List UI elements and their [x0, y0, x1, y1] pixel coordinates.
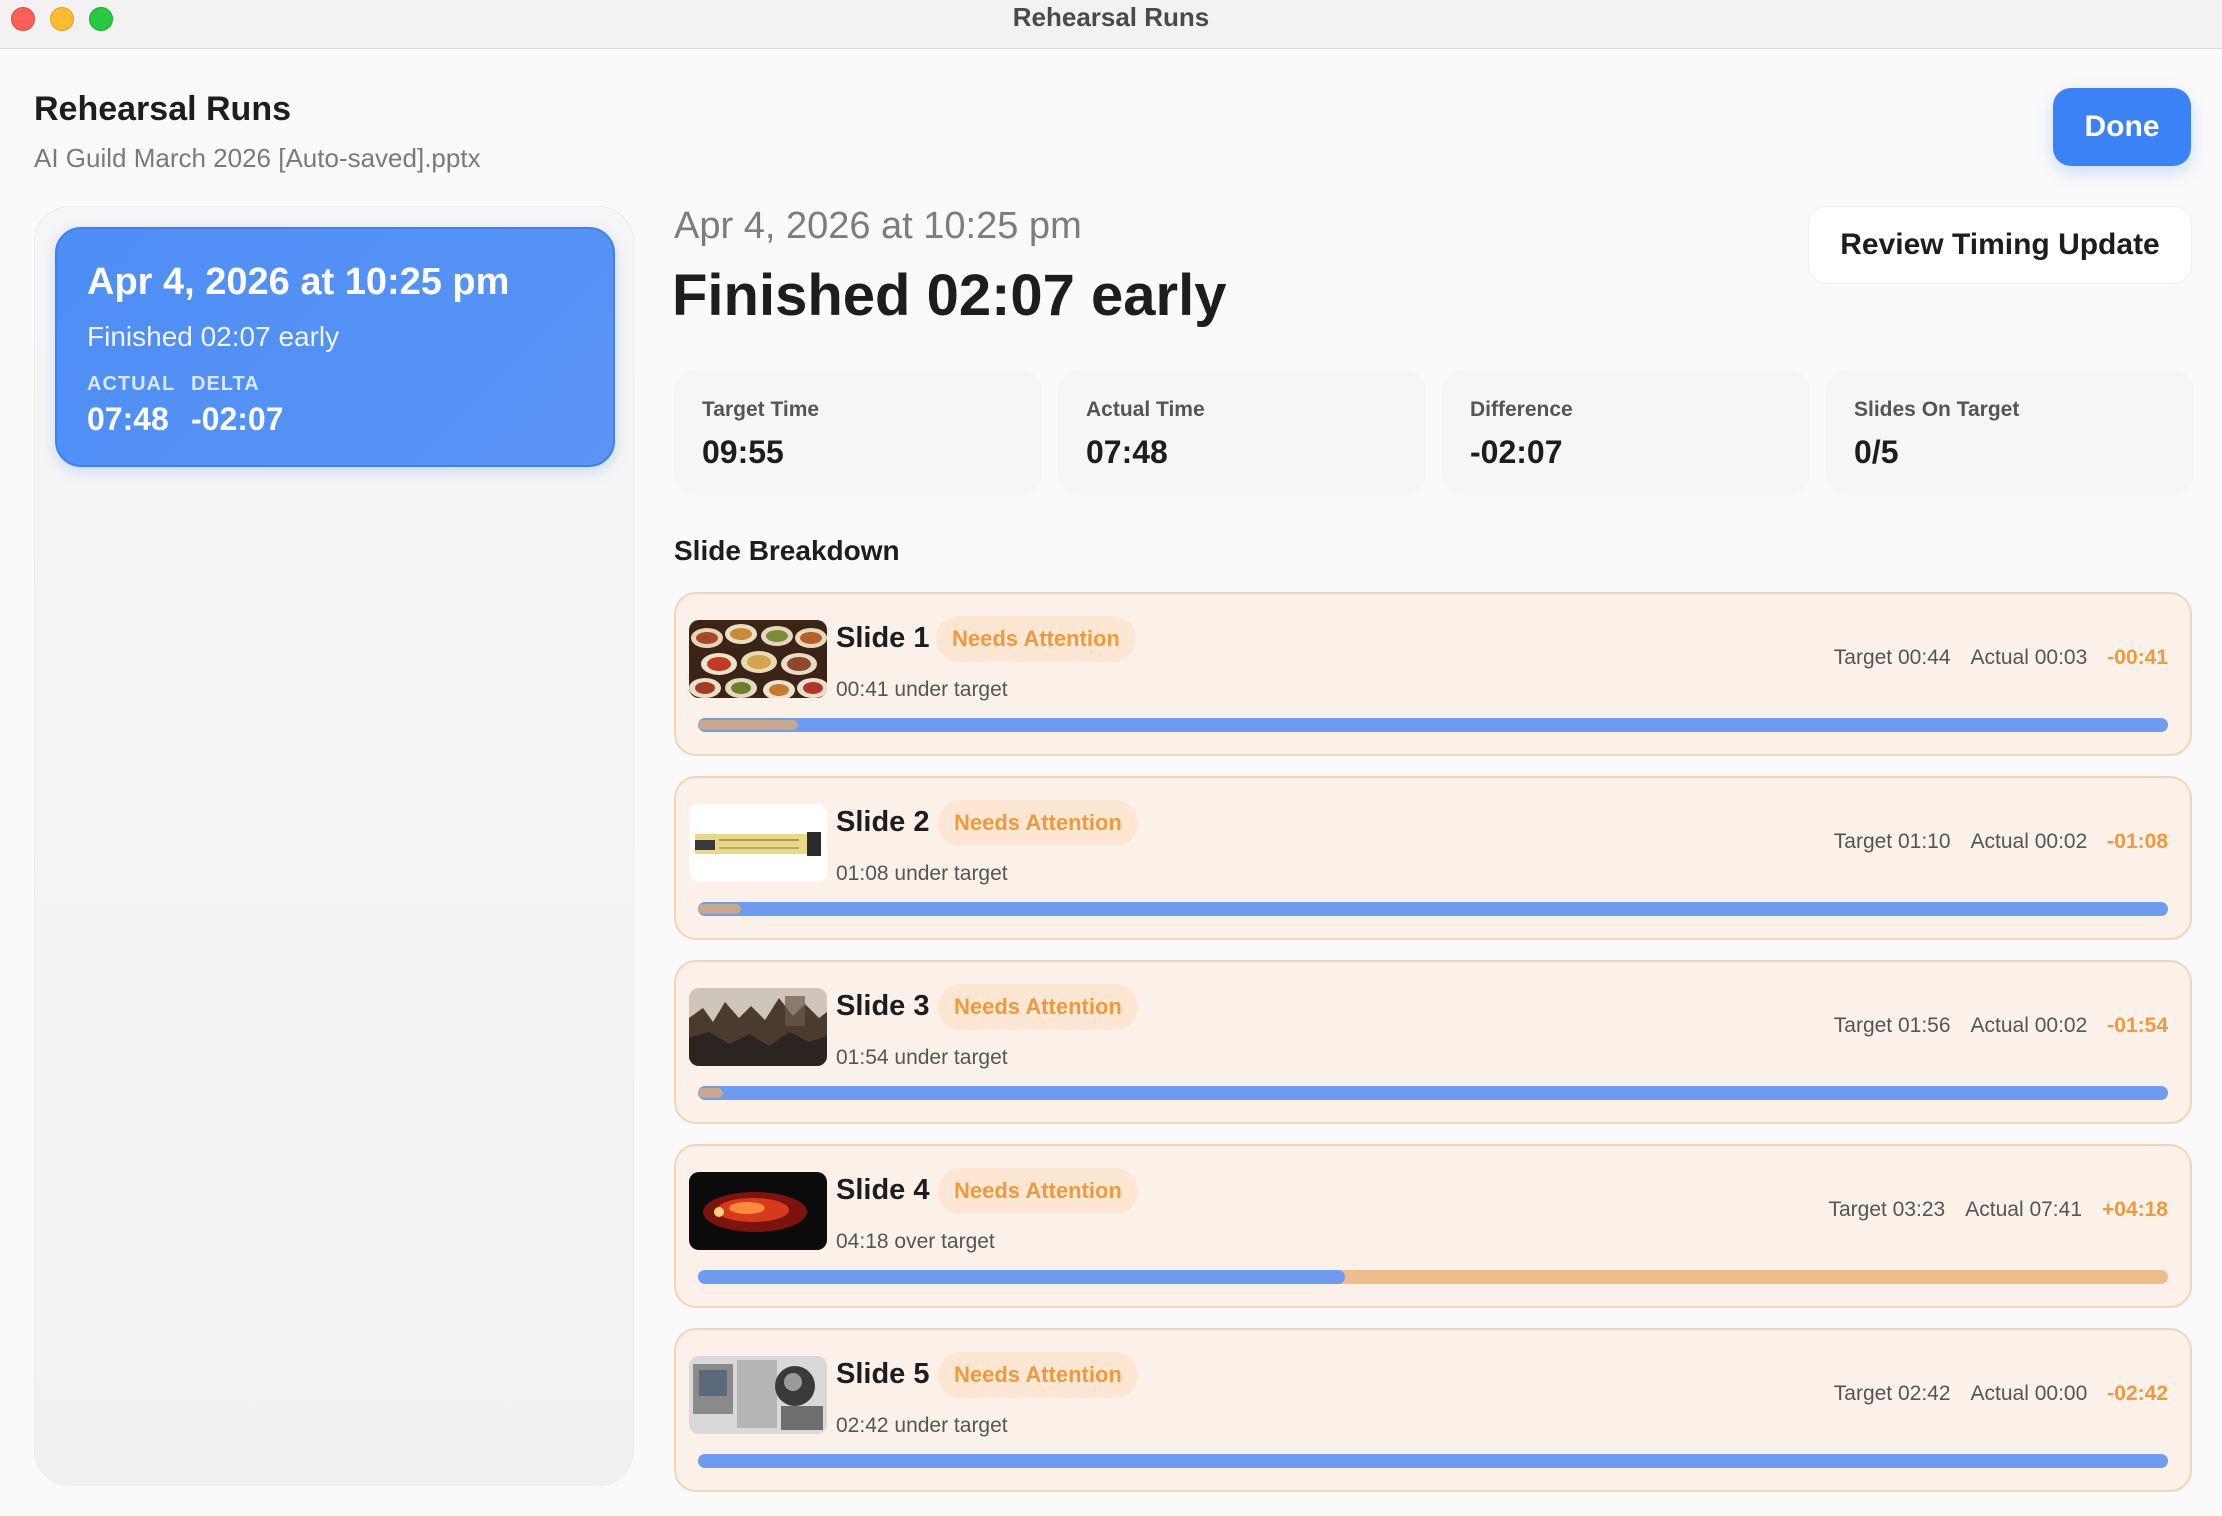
run-date: Apr 4, 2026 at 10:25 pm — [87, 261, 510, 303]
needs-attention-badge: Needs Attention — [938, 1168, 1138, 1214]
slide-name: Slide 3 — [836, 990, 930, 1022]
slide-actual: Actual 00:00 — [1970, 1382, 2088, 1405]
slide-progress-bar — [698, 1086, 2168, 1100]
slide-summary: 01:08 under target — [836, 862, 1008, 885]
stat-value: 09:55 — [702, 434, 784, 470]
slide-thumbnail — [689, 1172, 827, 1250]
slide-summary: 02:42 under target — [836, 1414, 1008, 1437]
slide-delta: -01:54 — [2107, 1014, 2168, 1037]
slide-summary: 00:41 under target — [836, 678, 1008, 701]
slide-row[interactable]: Slide 3 Needs Attention 01:54 under targ… — [674, 960, 2192, 1124]
slide-row[interactable]: Slide 2 Needs Attention 01:08 under targ… — [674, 776, 2192, 940]
run-detail-date: Apr 4, 2026 at 10:25 pm — [674, 205, 1082, 247]
run-delta-value: -02:07 — [191, 401, 284, 437]
slide-progress-fill — [698, 1088, 723, 1098]
slide-progress-bar — [698, 1270, 2168, 1284]
slide-actual: Actual 07:41 — [1965, 1198, 2083, 1221]
slide-timing: Target 01:56 Actual 00:02 -01:54 — [1834, 1014, 2168, 1038]
slide-timing: Target 02:42 Actual 00:00 -02:42 — [1834, 1382, 2168, 1406]
slide-actual: Actual 00:02 — [1970, 830, 2088, 853]
needs-attention-badge: Needs Attention — [936, 616, 1136, 662]
slide-breakdown-title: Slide Breakdown — [674, 535, 900, 566]
stat-value: 07:48 — [1086, 434, 1168, 470]
slide-row[interactable]: Slide 1 Needs Attention 00:41 under targ… — [674, 592, 2192, 756]
slide-thumbnail — [689, 988, 827, 1066]
slide-delta: -01:08 — [2107, 830, 2168, 853]
slide-actual: Actual 00:02 — [1970, 1014, 2088, 1037]
slide-progress-fill — [698, 720, 798, 730]
slide-name: Slide 1 — [836, 622, 930, 654]
file-name: AI Guild March 2026 [Auto-saved].pptx — [34, 143, 481, 173]
needs-attention-badge: Needs Attention — [938, 800, 1138, 846]
slide-row[interactable]: Slide 4 Needs Attention 04:18 over targe… — [674, 1144, 2192, 1308]
slide-row[interactable]: Slide 5 Needs Attention 02:42 under targ… — [674, 1328, 2192, 1492]
slide-delta: -02:42 — [2107, 1382, 2168, 1405]
slide-thumbnail — [689, 804, 827, 882]
slide-name: Slide 5 — [836, 1358, 930, 1390]
run-delta-label: DELTA — [191, 373, 260, 395]
slide-progress-bar — [698, 902, 2168, 916]
stat-label: Target Time — [702, 398, 820, 421]
stat-label: Difference — [1470, 398, 1573, 421]
slide-timing: Target 00:44 Actual 00:03 -00:41 — [1834, 646, 2168, 670]
runs-sidebar: Apr 4, 2026 at 10:25 pm Finished 02:07 e… — [34, 206, 634, 1486]
stat-slides-on-target: Slides On Target 0/5 — [1826, 370, 2194, 496]
slide-name: Slide 2 — [836, 806, 930, 838]
slide-name: Slide 4 — [836, 1174, 930, 1206]
window-title: Rehearsal Runs — [1012, 2, 1210, 32]
slide-delta: +04:18 — [2102, 1198, 2168, 1221]
slide-timing: Target 01:10 Actual 00:02 -01:08 — [1834, 830, 2168, 854]
slide-progress-bar — [698, 1454, 2168, 1468]
stat-value: 0/5 — [1854, 434, 1899, 470]
slide-summary: 04:18 over target — [836, 1230, 995, 1253]
slide-target: Target 01:56 — [1833, 1014, 1951, 1037]
slide-target: Target 02:42 — [1833, 1382, 1951, 1405]
stat-actual-time: Actual Time 07:48 — [1058, 370, 1426, 496]
slide-thumbnail — [689, 620, 827, 698]
run-detail-status: Finished 02:07 early — [672, 263, 1227, 328]
stat-target-time: Target Time 09:55 — [674, 370, 1042, 496]
slide-thumbnail — [689, 1356, 827, 1434]
stat-value: -02:07 — [1470, 434, 1563, 470]
run-actual-value: 07:48 — [87, 401, 169, 437]
slide-actual: Actual 00:03 — [1970, 646, 2088, 669]
slide-progress-fill — [698, 1270, 1345, 1284]
slide-progress-bar — [698, 718, 2168, 732]
needs-attention-badge: Needs Attention — [938, 1352, 1138, 1398]
slide-summary: 01:54 under target — [836, 1046, 1008, 1069]
run-card-selected[interactable]: Apr 4, 2026 at 10:25 pm Finished 02:07 e… — [55, 227, 615, 467]
stat-difference: Difference -02:07 — [1442, 370, 1810, 496]
needs-attention-badge: Needs Attention — [938, 984, 1138, 1030]
stat-label: Slides On Target — [1854, 398, 2020, 421]
slide-progress-fill — [698, 904, 741, 914]
slide-target: Target 03:23 — [1828, 1198, 1946, 1221]
slide-delta: -00:41 — [2107, 646, 2168, 669]
run-status: Finished 02:07 early — [87, 321, 340, 352]
stat-label: Actual Time — [1086, 398, 1205, 421]
review-timing-update-button[interactable]: Review Timing Update — [1808, 206, 2192, 284]
done-button[interactable]: Done — [2053, 88, 2191, 166]
slide-target: Target 00:44 — [1833, 646, 1951, 669]
run-actual-label: ACTUAL — [87, 373, 176, 395]
slide-target: Target 01:10 — [1833, 830, 1951, 853]
page-title: Rehearsal Runs — [34, 90, 291, 128]
title-bar: Rehearsal Runs — [0, 0, 2222, 49]
slide-timing: Target 03:23 Actual 07:41 +04:18 — [1828, 1198, 2168, 1222]
